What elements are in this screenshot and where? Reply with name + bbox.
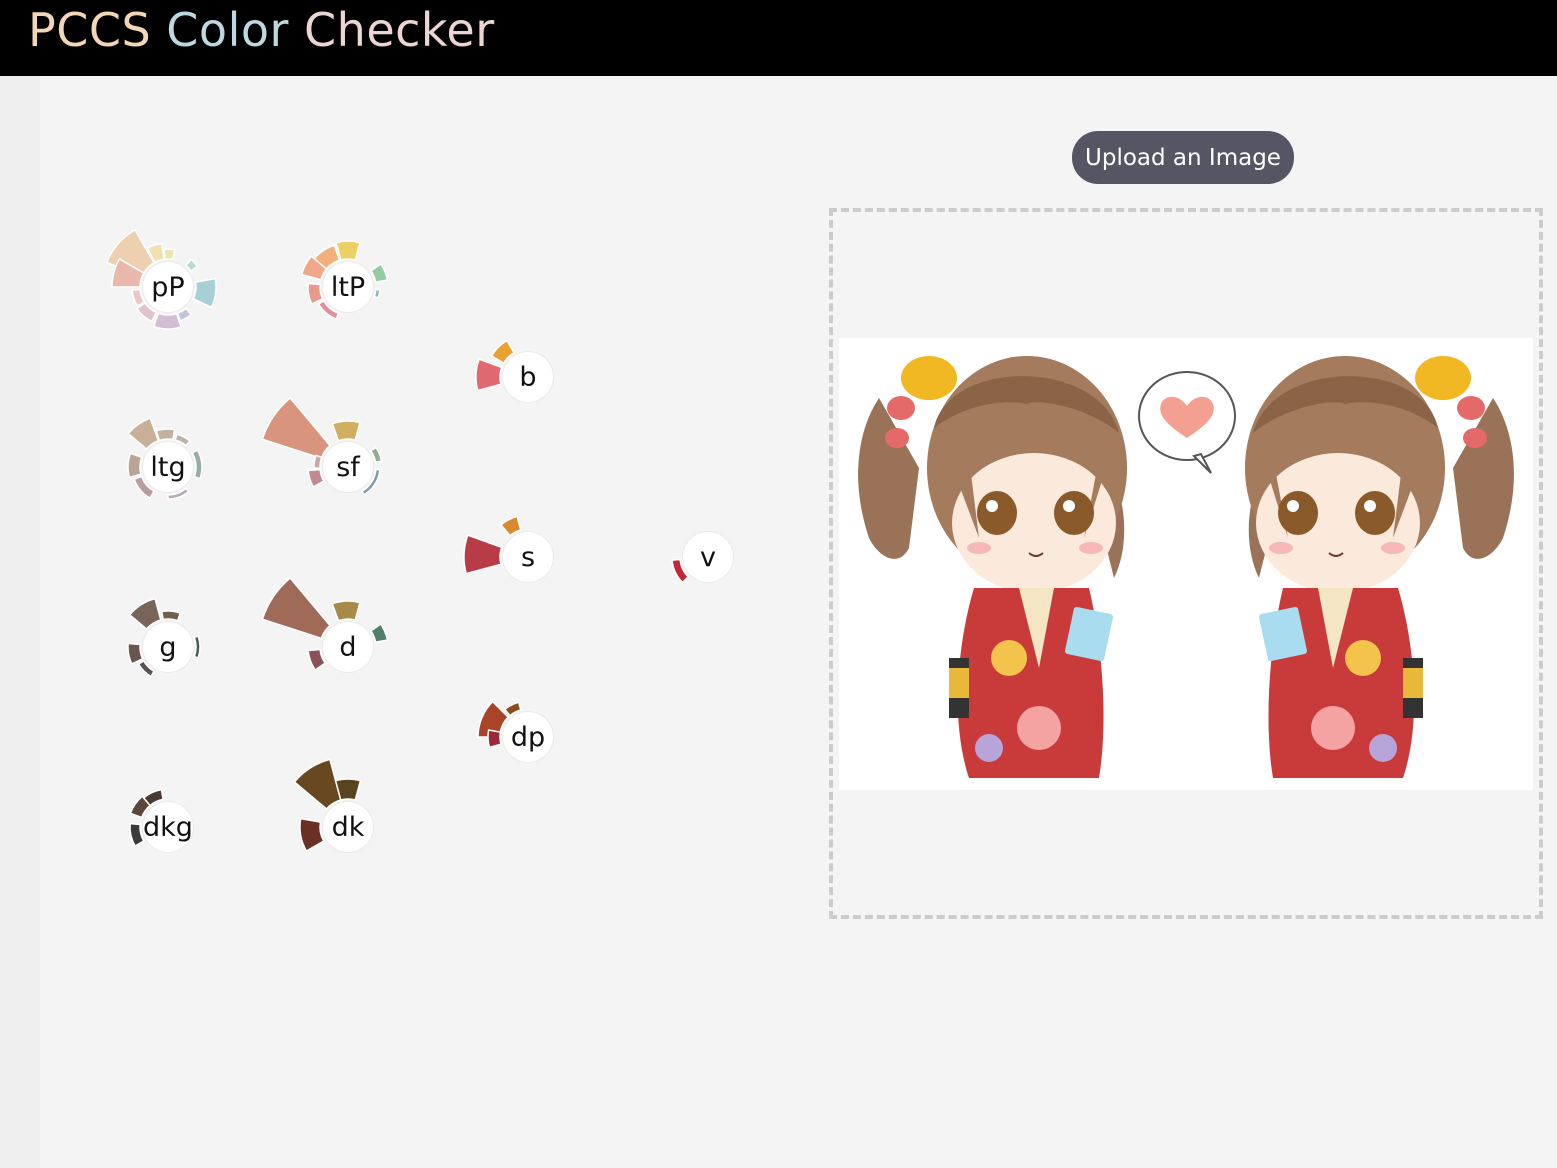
hue-wedge xyxy=(127,642,144,665)
title-word-pccs: PCCS xyxy=(28,3,152,57)
hue-wedge xyxy=(261,576,332,640)
hue-wedge xyxy=(131,288,146,308)
tone-node-ltP[interactable]: ltP xyxy=(248,187,448,387)
tone-label-ltg: ltg xyxy=(143,442,193,492)
hue-wedge xyxy=(163,248,176,261)
tone-label-b: b xyxy=(503,352,553,402)
title-word-checker: Checker xyxy=(288,3,495,57)
hue-wedge xyxy=(499,515,522,537)
tone-label-d: d xyxy=(323,622,373,672)
hue-wedge xyxy=(129,822,145,848)
tone-label-pP: pP xyxy=(143,262,193,312)
tone-node-g[interactable]: g xyxy=(68,547,268,747)
tone-node-dkg[interactable]: dkg xyxy=(68,727,268,927)
tone-node-dp[interactable]: dp xyxy=(428,637,628,837)
hue-wedge xyxy=(127,452,143,479)
hue-wedge xyxy=(369,623,389,644)
tone-label-s: s xyxy=(503,532,553,582)
hue-wedge xyxy=(155,428,176,442)
hue-wedge xyxy=(369,446,383,464)
tone-node-ltg[interactable]: ltg xyxy=(68,367,268,567)
hue-wedge xyxy=(475,358,503,392)
hue-wedge xyxy=(313,454,323,469)
tone-label-dkg: dkg xyxy=(143,802,193,852)
tone-label-g: g xyxy=(143,622,193,672)
tone-node-pP[interactable]: pP xyxy=(68,187,268,387)
hue-wedge xyxy=(192,277,217,309)
image-drop-zone[interactable] xyxy=(829,208,1543,919)
left-girl-figure xyxy=(858,356,1127,778)
hue-wedge xyxy=(307,648,327,671)
title-word-color: Color xyxy=(151,3,289,57)
hue-wedge xyxy=(307,468,325,489)
hue-wedge xyxy=(331,420,361,442)
tone-label-dp: dp xyxy=(503,712,553,762)
hue-wedge xyxy=(369,263,389,284)
tone-node-dk[interactable]: dk xyxy=(248,727,448,927)
hue-wedge xyxy=(331,600,361,622)
hue-wedge xyxy=(176,307,193,322)
hue-wedge xyxy=(152,312,182,330)
right-girl-figure xyxy=(1245,356,1514,778)
hue-wedge xyxy=(184,258,199,272)
hue-wedge xyxy=(307,282,324,305)
hue-wedge xyxy=(191,448,203,480)
hue-wedge xyxy=(463,534,503,575)
hue-wedge xyxy=(193,635,201,659)
hue-wedge xyxy=(487,729,502,749)
app-header: PCCS Color Checker xyxy=(0,0,1557,76)
tone-node-d[interactable]: d xyxy=(248,547,448,747)
hue-wedge xyxy=(334,778,362,801)
tone-label-v: v xyxy=(683,532,733,582)
kimono-girls-illustration-icon xyxy=(858,356,1514,778)
upload-image-button[interactable]: Upload an Image xyxy=(1072,131,1294,184)
side-strip xyxy=(0,76,40,1168)
hue-wedge xyxy=(160,610,182,622)
hue-wedge xyxy=(127,417,160,451)
speech-bubble-icon xyxy=(1138,371,1236,474)
hue-wedge xyxy=(335,240,361,261)
hue-wedge xyxy=(373,288,381,299)
hue-wedge xyxy=(299,817,325,853)
hue-wedge xyxy=(293,758,342,811)
hue-wedge xyxy=(261,396,332,460)
tone-label-sf: sf xyxy=(323,442,373,492)
tone-label-dk: dk xyxy=(323,802,373,852)
tone-label-ltP: ltP xyxy=(323,262,373,312)
tone-node-s[interactable]: s xyxy=(428,457,628,657)
tone-node-v[interactable]: v xyxy=(608,457,808,657)
tone-node-b[interactable]: b xyxy=(428,277,628,477)
uploaded-image xyxy=(839,338,1533,790)
app-title: PCCS Color Checker xyxy=(28,2,495,58)
tone-node-sf[interactable]: sf xyxy=(248,367,448,567)
